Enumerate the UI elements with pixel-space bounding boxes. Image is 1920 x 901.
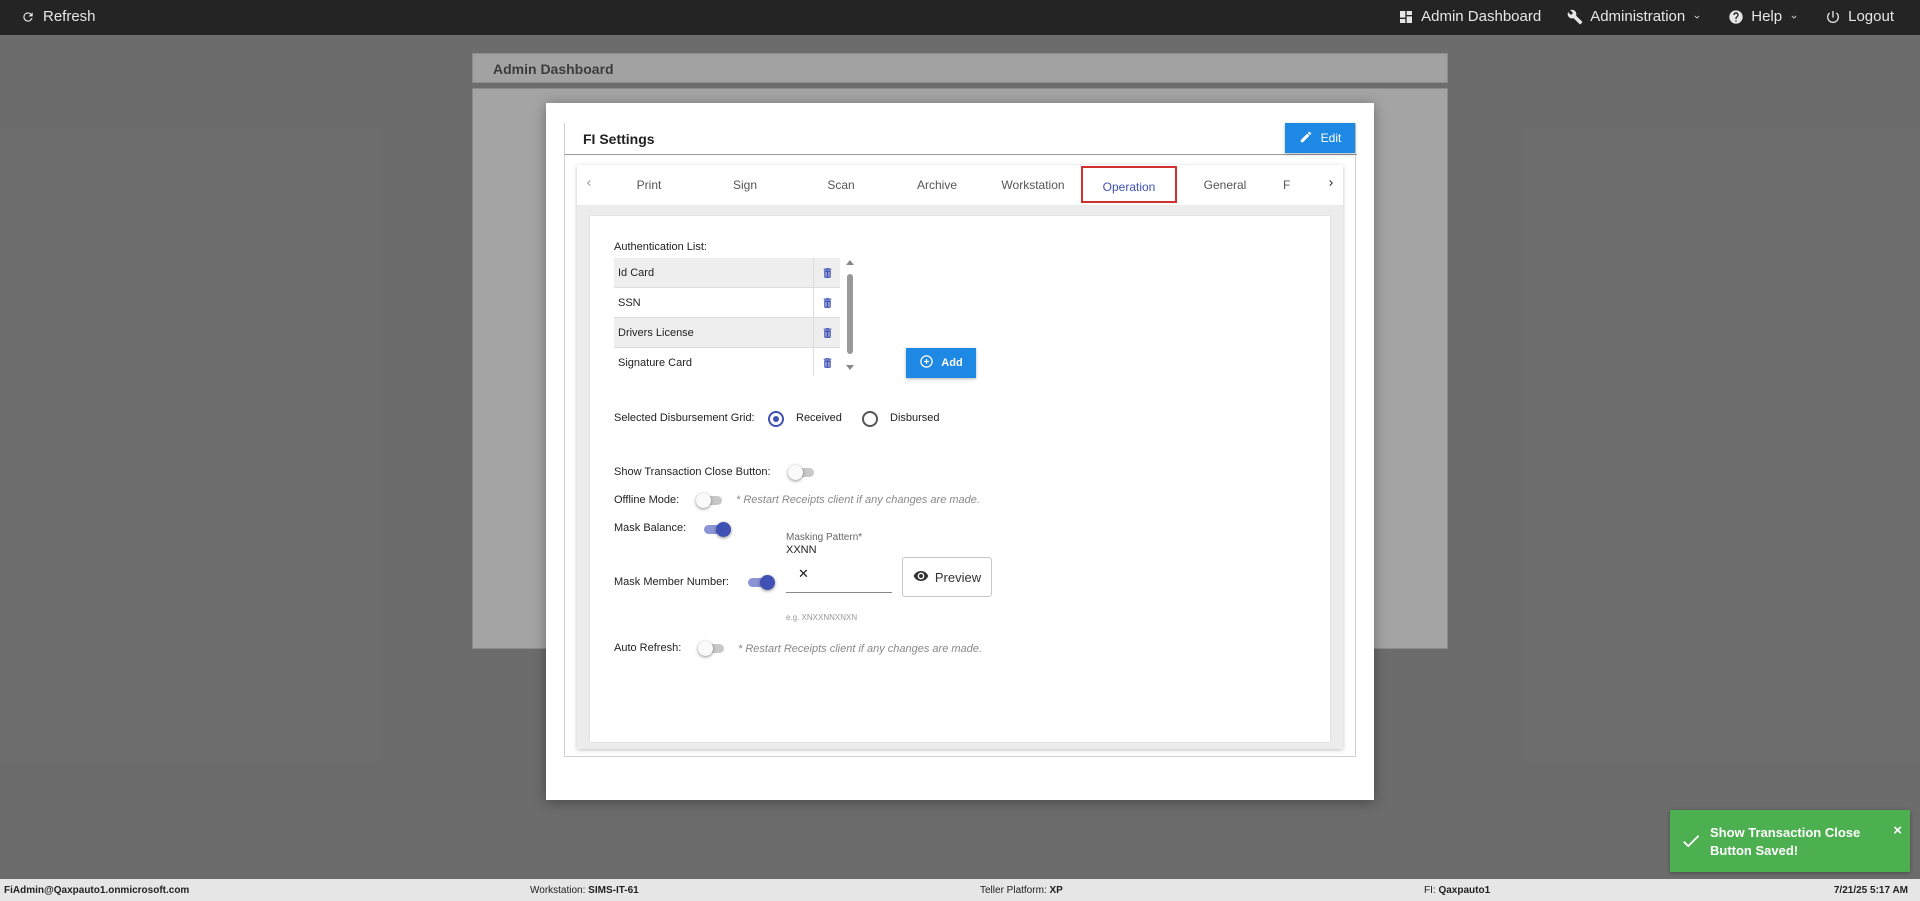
chevron-left-icon bbox=[583, 176, 595, 194]
tabs: Print Sign Scan Archive Workstation Oper… bbox=[601, 165, 1319, 205]
edit-label: Edit bbox=[1320, 131, 1342, 145]
operation-tab-content: Authentication List: Id Card SSN Drivers… bbox=[589, 215, 1331, 743]
status-user: FiAdmin@Qaxpauto1.onmicrosoft.com bbox=[4, 885, 190, 896]
wrench-icon bbox=[1567, 9, 1583, 25]
administration-label: Administration bbox=[1590, 8, 1686, 25]
scroll-down-icon[interactable] bbox=[846, 365, 854, 370]
trash-icon[interactable] bbox=[814, 296, 840, 310]
refresh-label: Refresh bbox=[43, 8, 96, 25]
tab-sign[interactable]: Sign bbox=[697, 165, 793, 205]
auth-item-name: SSN bbox=[614, 288, 814, 317]
admin-dashboard-link[interactable]: Admin Dashboard bbox=[1398, 8, 1541, 25]
mask-balance-label: Mask Balance: bbox=[614, 522, 687, 534]
status-bar: FiAdmin@Qaxpauto1.onmicrosoft.com Workst… bbox=[0, 879, 1920, 901]
auth-item-name: Signature Card bbox=[614, 348, 814, 376]
chevron-down-icon bbox=[1789, 12, 1799, 22]
logout-button[interactable]: Logout bbox=[1825, 8, 1894, 25]
tab-print[interactable]: Print bbox=[601, 165, 697, 205]
refresh-button[interactable]: Refresh bbox=[21, 8, 96, 25]
list-item[interactable]: Signature Card bbox=[614, 348, 840, 376]
chevron-right-icon bbox=[1325, 176, 1337, 194]
auto-refresh-restart-note: * Restart Receipts client if any changes… bbox=[738, 643, 982, 655]
show-close-button-toggle[interactable] bbox=[788, 464, 818, 480]
scroll-thumb[interactable] bbox=[847, 274, 853, 354]
close-icon[interactable]: ✕ bbox=[798, 566, 809, 582]
status-teller-platform: Teller Platform: XP bbox=[980, 885, 1063, 896]
tab-scroll-left[interactable] bbox=[577, 165, 601, 205]
trash-icon[interactable] bbox=[814, 266, 840, 280]
list-item[interactable]: Id Card bbox=[614, 258, 840, 288]
status-workstation: Workstation: SIMS-IT-61 bbox=[530, 885, 639, 896]
help-label: Help bbox=[1751, 8, 1783, 25]
disbursed-radio[interactable] bbox=[862, 411, 878, 427]
masking-hint: e.g. XNXXNNXNXN bbox=[786, 613, 858, 622]
status-fi: FI: Qaxpauto1 bbox=[1424, 885, 1491, 896]
help-menu[interactable]: Help bbox=[1728, 8, 1799, 25]
checkmark-icon bbox=[1680, 830, 1702, 855]
power-icon bbox=[1825, 9, 1841, 25]
tab-truncated[interactable]: F bbox=[1273, 165, 1319, 205]
scroll-up-icon[interactable] bbox=[846, 260, 854, 265]
administration-menu[interactable]: Administration bbox=[1567, 8, 1702, 25]
toast-message: Show Transaction Close Button Saved! bbox=[1710, 825, 1861, 858]
list-item[interactable]: Drivers License bbox=[614, 318, 840, 348]
admin-dashboard-label: Admin Dashboard bbox=[1421, 8, 1542, 25]
disbursed-label: Disbursed bbox=[890, 412, 940, 424]
mask-member-number-toggle[interactable] bbox=[746, 574, 776, 590]
masking-pattern-value: XXNN bbox=[786, 544, 817, 556]
show-close-button-label: Show Transaction Close Button: bbox=[614, 466, 771, 478]
add-label: Add bbox=[941, 357, 963, 369]
trash-icon[interactable] bbox=[814, 326, 840, 340]
fi-settings-panel: FI Settings Edit Print Sign Scan Archive bbox=[564, 123, 1357, 757]
chevron-down-icon bbox=[1692, 12, 1702, 22]
top-nav-bar: Refresh Admin Dashboard Administration H… bbox=[0, 0, 1920, 35]
masking-pattern-label: Masking Pattern* bbox=[786, 532, 863, 543]
edit-button[interactable]: Edit bbox=[1285, 123, 1355, 153]
field-underline bbox=[786, 592, 892, 593]
received-label: Received bbox=[796, 412, 842, 424]
settings-tabs-container: Print Sign Scan Archive Workstation Oper… bbox=[577, 165, 1343, 749]
mask-member-number-label: Mask Member Number: bbox=[614, 576, 729, 588]
auth-item-name: Id Card bbox=[614, 258, 814, 287]
auth-item-name: Drivers License bbox=[614, 318, 814, 347]
pencil-icon bbox=[1299, 130, 1313, 147]
trash-icon[interactable] bbox=[814, 356, 840, 370]
logout-label: Logout bbox=[1848, 8, 1894, 25]
list-item[interactable]: SSN bbox=[614, 288, 840, 318]
tab-scroll-right[interactable] bbox=[1319, 165, 1343, 205]
tab-workstation[interactable]: Workstation bbox=[985, 165, 1081, 205]
masking-pattern-field[interactable]: Masking Pattern* XXNN ✕ bbox=[786, 532, 892, 596]
disbursement-grid-label: Selected Disbursement Grid: bbox=[614, 412, 755, 424]
plus-circle-icon bbox=[919, 354, 934, 372]
fi-settings-modal: FI Settings Edit Print Sign Scan Archive bbox=[546, 103, 1374, 800]
received-radio[interactable] bbox=[768, 411, 784, 427]
auto-refresh-label: Auto Refresh: bbox=[614, 642, 682, 654]
offline-mode-label: Offline Mode: bbox=[614, 494, 680, 506]
tab-operation[interactable]: Operation bbox=[1081, 166, 1177, 203]
auto-refresh-toggle[interactable] bbox=[698, 640, 728, 656]
tab-scan[interactable]: Scan bbox=[793, 165, 889, 205]
tab-archive[interactable]: Archive bbox=[889, 165, 985, 205]
status-datetime: 7/21/25 5:17 AM bbox=[1833, 885, 1908, 896]
mask-balance-toggle[interactable] bbox=[702, 521, 732, 537]
preview-button[interactable]: Preview bbox=[902, 557, 992, 597]
offline-mode-toggle[interactable] bbox=[696, 492, 726, 508]
auth-list-label: Authentication List: bbox=[614, 241, 707, 253]
close-icon[interactable]: × bbox=[1893, 822, 1902, 839]
dashboard-icon bbox=[1398, 9, 1414, 25]
tab-general[interactable]: General bbox=[1177, 165, 1273, 205]
panel-title: FI Settings bbox=[565, 123, 1357, 155]
auth-list: Id Card SSN Drivers License Signature Ca… bbox=[614, 258, 840, 376]
auth-list-scrollbar[interactable] bbox=[844, 258, 856, 370]
eye-icon bbox=[913, 568, 929, 587]
add-auth-button[interactable]: Add bbox=[906, 348, 976, 378]
preview-label: Preview bbox=[934, 569, 982, 585]
offline-restart-note: * Restart Receipts client if any changes… bbox=[736, 494, 980, 506]
tab-bar: Print Sign Scan Archive Workstation Oper… bbox=[577, 165, 1343, 205]
success-toast: Show Transaction Close Button Saved! × bbox=[1670, 810, 1910, 872]
help-icon bbox=[1728, 9, 1744, 25]
refresh-icon bbox=[21, 10, 35, 24]
